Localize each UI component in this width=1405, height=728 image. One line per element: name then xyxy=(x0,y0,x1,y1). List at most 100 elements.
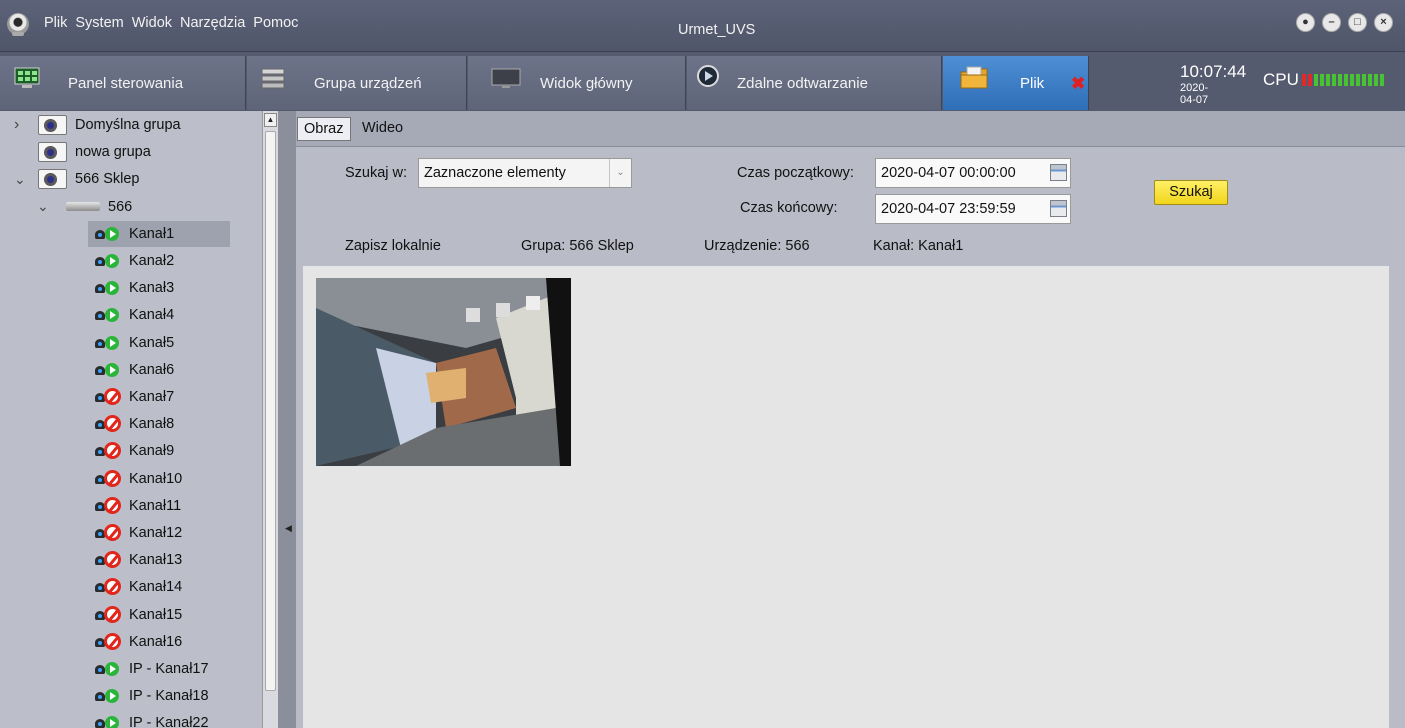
menu-system[interactable]: System xyxy=(75,15,123,31)
camera-offline-icon xyxy=(92,632,122,652)
tab-grupa-urzadzen[interactable]: Grupa urządzeń xyxy=(247,56,467,110)
end-time-field[interactable]: 2020-04-07 23:59:59 xyxy=(875,194,1071,224)
window-title: Urmet_UVS xyxy=(678,22,756,38)
menu-pomoc[interactable]: Pomoc xyxy=(253,15,298,31)
app-webcam-icon xyxy=(7,13,29,36)
tab-panel-sterowania[interactable]: Panel sterowania xyxy=(0,56,246,110)
group-info: Grupa: 566 Sklep xyxy=(521,238,634,254)
chevron-down-icon[interactable]: ⌄ xyxy=(609,159,631,187)
lock-icon[interactable]: ● xyxy=(1296,13,1315,32)
tree-channel-row[interactable]: Kanał4 xyxy=(88,302,230,328)
tree-channel-row[interactable]: IP - Kanał17 xyxy=(88,656,230,682)
tree-channel-row[interactable]: Kanał7 xyxy=(88,384,230,410)
camera-offline-icon xyxy=(92,550,122,570)
calendar-icon[interactable] xyxy=(1050,164,1067,181)
tree-channel-row[interactable]: IP - Kanał18 xyxy=(88,683,230,709)
tree-channel-row[interactable]: Kanał1 xyxy=(88,220,230,247)
search-in-value: Zaznaczone elementy xyxy=(424,165,566,181)
tree-channel-label: Kanał13 xyxy=(129,552,183,569)
tree-scrollbar[interactable]: ▲ xyxy=(262,111,278,728)
camera-offline-icon xyxy=(92,414,122,434)
collapse-left-icon[interactable]: ◀ xyxy=(285,523,292,534)
tree-channel-label: Kanał16 xyxy=(129,633,183,650)
dvr-device-icon xyxy=(66,202,100,212)
chevron-down-icon[interactable]: ⌄ xyxy=(37,198,49,215)
chevron-down-icon[interactable]: ⌄ xyxy=(14,171,26,188)
menu-bar: Plik System Widok Narzędzia Pomoc xyxy=(44,15,298,31)
tree-device-row[interactable]: ⌄ 566 xyxy=(0,194,262,220)
tree-channel-label: IP - Kanał18 xyxy=(129,688,209,705)
tree-group-row[interactable]: › Domyślna grupa xyxy=(0,112,262,138)
monitor-icon xyxy=(491,68,521,88)
tree-channel-row[interactable]: Kanał16 xyxy=(88,629,230,655)
tree-channel-row[interactable]: Kanał5 xyxy=(88,330,230,356)
tree-channel-label: Kanał15 xyxy=(129,606,183,623)
start-time-field[interactable]: 2020-04-07 00:00:00 xyxy=(875,158,1071,188)
cpu-meter-segment xyxy=(1320,74,1324,86)
clock-time: 10:07:44 xyxy=(1180,62,1247,81)
chevron-right-icon[interactable]: › xyxy=(14,116,24,134)
panel-splitter[interactable]: ◀ xyxy=(278,111,296,728)
save-local-label[interactable]: Zapisz lokalnie xyxy=(345,238,441,254)
camera-offline-icon xyxy=(92,496,122,516)
tree-channel-row[interactable]: Kanał13 xyxy=(88,547,230,573)
tree-channel-row[interactable]: Kanał3 xyxy=(88,275,230,301)
tree-group-label: Domyślna grupa xyxy=(75,117,181,133)
tab-plik[interactable]: Plik ✖ xyxy=(943,56,1089,110)
cpu-meter-segment xyxy=(1302,74,1306,86)
menu-widok[interactable]: Widok xyxy=(132,15,172,31)
maximize-icon[interactable]: □ xyxy=(1348,13,1367,32)
search-in-label: Szukaj w: xyxy=(345,165,408,181)
tree-device-label: 566 xyxy=(108,198,133,215)
tab-label: Widok główny xyxy=(540,75,633,92)
scroll-thumb[interactable] xyxy=(265,131,276,691)
device-tree: › Domyślna grupa nowa grupa ⌄ 566 Sklep ⌄ 566 K… xyxy=(0,111,262,728)
cpu-meter-segment xyxy=(1374,74,1378,86)
tree-group-row[interactable]: ⌄ 566 Sklep xyxy=(0,166,262,192)
tab-obraz[interactable]: Obraz xyxy=(297,117,351,141)
tree-channel-row[interactable]: Kanał12 xyxy=(88,520,230,546)
cpu-meter-segment xyxy=(1356,74,1360,86)
end-time-label: Czas końcowy: xyxy=(740,200,838,216)
tab-wideo[interactable]: Wideo xyxy=(356,117,409,141)
tree-channel-row[interactable]: Kanał9 xyxy=(88,438,230,464)
search-in-select[interactable]: Zaznaczone elementy ⌄ xyxy=(418,158,632,188)
tree-channel-row[interactable]: Kanał11 xyxy=(88,493,230,519)
start-time-value: 2020-04-07 00:00:00 xyxy=(881,165,1016,181)
subtab-bar: Obraz Wideo xyxy=(296,111,1405,147)
camera-online-icon xyxy=(92,686,122,706)
tree-channel-row[interactable]: IP - Kanał22 xyxy=(88,710,230,728)
tree-channel-row[interactable]: Kanał14 xyxy=(88,574,230,600)
snapshot-thumbnail[interactable] xyxy=(316,278,571,466)
menu-plik[interactable]: Plik xyxy=(44,15,67,31)
minimize-icon[interactable]: – xyxy=(1322,13,1341,32)
tree-channel-label: IP - Kanał17 xyxy=(129,661,209,677)
start-time-label: Czas początkowy: xyxy=(737,165,854,181)
calendar-icon[interactable] xyxy=(1050,200,1067,217)
camera-online-icon xyxy=(92,333,122,353)
scroll-up-icon[interactable]: ▲ xyxy=(264,113,277,127)
tree-channel-label: Kanał6 xyxy=(129,361,175,378)
tree-group-row[interactable]: nowa grupa xyxy=(0,139,262,165)
tab-zdalne-odtwarzanie[interactable]: Zdalne odtwarzanie xyxy=(687,56,942,110)
cpu-meter-segment xyxy=(1326,74,1330,86)
tree-channel-label: Kanał7 xyxy=(129,389,175,405)
camera-online-icon xyxy=(92,360,122,380)
tree-channel-row[interactable]: Kanał8 xyxy=(88,411,230,437)
tab-widok-glowny[interactable]: Widok główny xyxy=(468,56,686,110)
menu-narzedzia[interactable]: Narzędzia xyxy=(180,15,245,31)
cpu-meter-segment xyxy=(1308,74,1312,86)
camera-group-icon xyxy=(38,142,67,163)
tree-channel-row[interactable]: Kanał2 xyxy=(88,248,230,274)
tree-channel-label: IP - Kanał22 xyxy=(129,715,209,728)
camera-offline-icon xyxy=(92,387,122,407)
cpu-meter-segment xyxy=(1350,74,1354,86)
tree-channel-row[interactable]: Kanał6 xyxy=(88,357,230,383)
tree-channel-row[interactable]: Kanał15 xyxy=(88,602,230,628)
close-icon[interactable]: × xyxy=(1374,13,1393,32)
tab-close-icon[interactable]: ✖ xyxy=(1071,74,1085,94)
search-button[interactable]: Szukaj xyxy=(1154,180,1228,205)
tree-channel-row[interactable]: Kanał10 xyxy=(88,466,230,492)
tree-channel-label: Kanał4 xyxy=(129,307,175,324)
cpu-label: CPU xyxy=(1263,70,1299,89)
